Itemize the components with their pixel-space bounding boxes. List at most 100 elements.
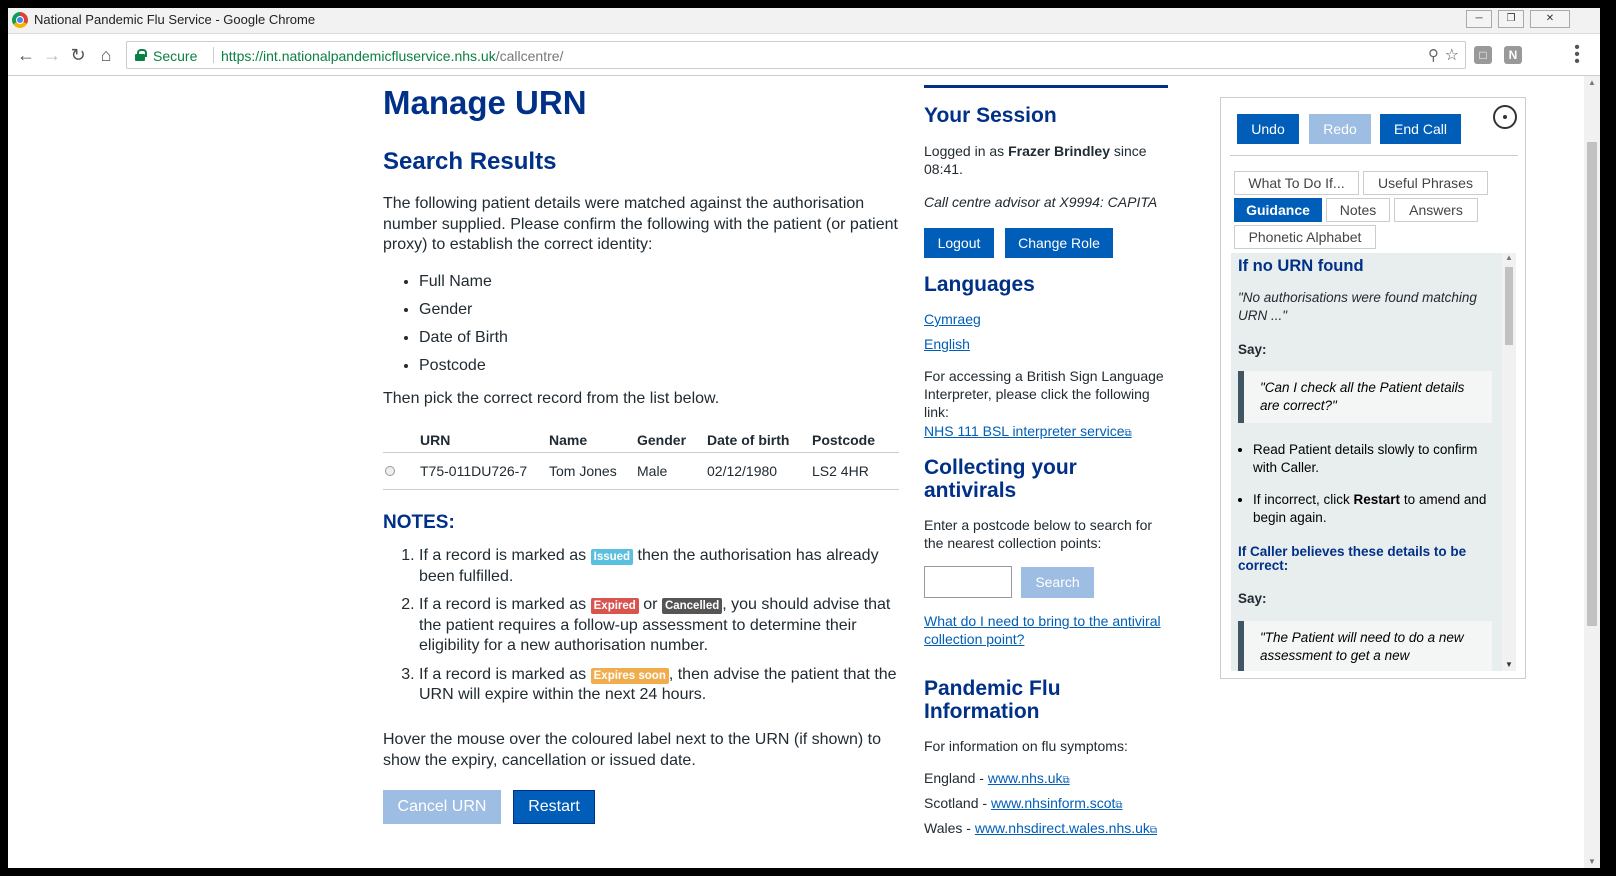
guidance-scroll-thumb[interactable]	[1505, 267, 1513, 345]
call-assist-panel: Undo Redo End Call What To Do If... Usef…	[1220, 97, 1526, 679]
bullet-restart: Restart	[1353, 492, 1401, 507]
record-radio[interactable]	[385, 465, 395, 476]
search-button[interactable]: Search	[1021, 567, 1094, 598]
scroll-up-icon[interactable]: ▲	[1588, 78, 1596, 87]
table-row[interactable]: T75-011DU726-7 Tom Jones Male 02/12/1980…	[383, 452, 899, 490]
url-text[interactable]: https://int.nationalpandemicfluservice.n…	[221, 48, 563, 64]
target-icon[interactable]	[1493, 105, 1517, 129]
scotland-line: Scotland - www.nhsinform.scot⧉	[924, 794, 1168, 815]
wales-link-text: www.nhsdirect.wales.nhs.uk	[974, 820, 1150, 836]
forward-arrow-icon[interactable]: →	[41, 44, 63, 66]
postcode-input[interactable]	[924, 566, 1012, 598]
restart-button[interactable]: Restart	[513, 790, 595, 824]
note-item: If a record is marked as Expires soon, t…	[419, 665, 903, 706]
list-item: Gender	[419, 300, 508, 328]
collect-heading: Collecting your antivirals	[924, 456, 1077, 502]
guidance-subheading: If Caller believes these details to be c…	[1238, 544, 1467, 573]
tab-what-to-do-if[interactable]: What To Do If...	[1234, 171, 1359, 195]
browser-toolbar: ← → ↻ ⌂ Secure https://int.nationalpande…	[8, 34, 1600, 76]
select-column-header	[383, 422, 420, 453]
guidance-bullets: Read Patient details slowly to confirm w…	[1253, 441, 1497, 541]
list-item: Date of Birth	[419, 328, 508, 356]
list-item: If incorrect, click Restart to amend and…	[1253, 491, 1497, 527]
user-name: Frazer Brindley	[1008, 143, 1111, 159]
note-item: If a record is marked as Issued then the…	[419, 546, 903, 587]
bring-link[interactable]: What do I need to bring to the antiviral…	[924, 613, 1161, 647]
identity-fields-list: Full Name Gender Date of Birth Postcode	[419, 272, 508, 384]
change-role-button[interactable]: Change Role	[1005, 228, 1113, 258]
bullet-text: If incorrect, click	[1253, 492, 1354, 507]
tab-useful-phrases[interactable]: Useful Phrases	[1363, 171, 1488, 195]
languages-heading: Languages	[924, 273, 1035, 296]
england-link[interactable]: www.nhs.uk⧉	[988, 770, 1070, 786]
menu-dots-icon[interactable]: • • •	[1572, 40, 1582, 70]
column-header-urn: URN	[420, 422, 549, 453]
expired-tag: Expired	[590, 598, 639, 614]
england-link-text: www.nhs.uk	[987, 770, 1063, 786]
title-bar: National Pandemic Flu Service - Google C…	[8, 8, 1600, 34]
tab-phonetic-alphabet[interactable]: Phonetic Alphabet	[1234, 225, 1376, 249]
bsl-link[interactable]: NHS 111 BSL interpreter service⧉	[924, 423, 1132, 439]
scroll-down-icon[interactable]: ▼	[1505, 660, 1513, 669]
wales-link[interactable]: www.nhsdirect.wales.nhs.uk⧉	[975, 820, 1157, 836]
wales-line: Wales - www.nhsdirect.wales.nhs.uk⧉	[924, 819, 1168, 840]
page-scrollbar[interactable]: ▲ ▼	[1584, 76, 1600, 868]
column-header-dob: Date of birth	[707, 422, 812, 453]
cancel-urn-button[interactable]: Cancel URN	[383, 790, 501, 824]
guidance-scrollbar[interactable]: ▲ ▼	[1502, 253, 1516, 671]
table-header-row: URN Name Gender Date of birth Postcode	[383, 422, 899, 453]
bring-link-item: What do I need to bring to the antiviral…	[924, 612, 1168, 648]
restore-button[interactable]: ❐	[1498, 10, 1524, 28]
search-results-heading: Search Results	[383, 148, 557, 175]
logout-button[interactable]: Logout	[924, 228, 994, 258]
note-item: If a record is marked as Expired or Canc…	[419, 595, 903, 657]
guidance-quote-3: "The Patient will need to do a new asses…	[1238, 621, 1492, 671]
extension-n-icon[interactable]: N	[1504, 46, 1522, 64]
bookmark-star-icon[interactable]: ☆	[1445, 45, 1459, 65]
scroll-up-icon[interactable]: ▲	[1505, 253, 1513, 262]
column-header-gender: Gender	[637, 422, 707, 453]
home-icon[interactable]: ⌂	[95, 44, 117, 66]
intro-text: The following patient details were match…	[383, 195, 898, 253]
tab-notes[interactable]: Notes	[1326, 198, 1390, 222]
tab-guidance[interactable]: Guidance	[1234, 198, 1322, 222]
collect-text: Enter a postcode below to search for the…	[924, 517, 1153, 551]
page-scroll-thumb[interactable]	[1587, 142, 1597, 626]
external-link-icon: ⧉	[1124, 428, 1132, 439]
extension-icon[interactable]: □	[1474, 46, 1492, 64]
address-bar[interactable]: Secure https://int.nationalpandemicfluse…	[126, 41, 1466, 69]
note-text: If a record is marked as	[419, 596, 591, 613]
redo-button[interactable]: Redo	[1309, 114, 1371, 144]
page-content: Manage URN Search Results The following …	[8, 76, 1600, 868]
hover-hint: Hover the mouse over the coloured label …	[383, 731, 882, 769]
postcode-cell: LS2 4HR	[812, 452, 899, 490]
guidance-heading: If no URN found	[1238, 257, 1364, 275]
secure-label: Secure	[153, 48, 198, 64]
close-window-button[interactable]: ✕	[1530, 10, 1570, 28]
results-table: URN Name Gender Date of birth Postcode T…	[383, 422, 899, 490]
zoom-icon[interactable]: ⚲	[1428, 46, 1439, 64]
gender-cell: Male	[637, 452, 707, 490]
role-text: Call centre advisor at X9994: CAPITA	[924, 194, 1158, 210]
flu-info-heading: Pandemic Flu Information	[924, 677, 1061, 723]
undo-button[interactable]: Undo	[1237, 114, 1299, 144]
logged-in-prefix: Logged in as	[924, 143, 1009, 159]
bsl-text: For accessing a British Sign Language In…	[924, 368, 1164, 420]
external-link-icon: ⧉	[1115, 800, 1123, 811]
end-call-button[interactable]: End Call	[1380, 114, 1461, 144]
tab-answers[interactable]: Answers	[1394, 198, 1478, 222]
language-cymraeg-link[interactable]: Cymraeg	[924, 311, 981, 327]
scroll-down-icon[interactable]: ▼	[1588, 857, 1596, 866]
minimize-button[interactable]: ─	[1466, 10, 1492, 28]
reload-icon[interactable]: ↻	[67, 44, 89, 66]
external-link-icon: ⧉	[1149, 825, 1158, 836]
language-english-link[interactable]: English	[924, 336, 970, 352]
scotland-link[interactable]: www.nhsinform.scot⧉	[991, 795, 1123, 811]
list-item: Read Patient details slowly to confirm w…	[1253, 441, 1497, 477]
session-heading: Your Session	[924, 104, 1057, 127]
notes-list: If a record is marked as Issued then the…	[419, 546, 903, 714]
back-arrow-icon[interactable]: ←	[15, 44, 37, 66]
url-path: /callcentre/	[495, 48, 564, 64]
guidance-quote-1: "No authorisations were found matching U…	[1238, 290, 1477, 323]
expires-soon-tag: Expires soon	[590, 667, 669, 684]
